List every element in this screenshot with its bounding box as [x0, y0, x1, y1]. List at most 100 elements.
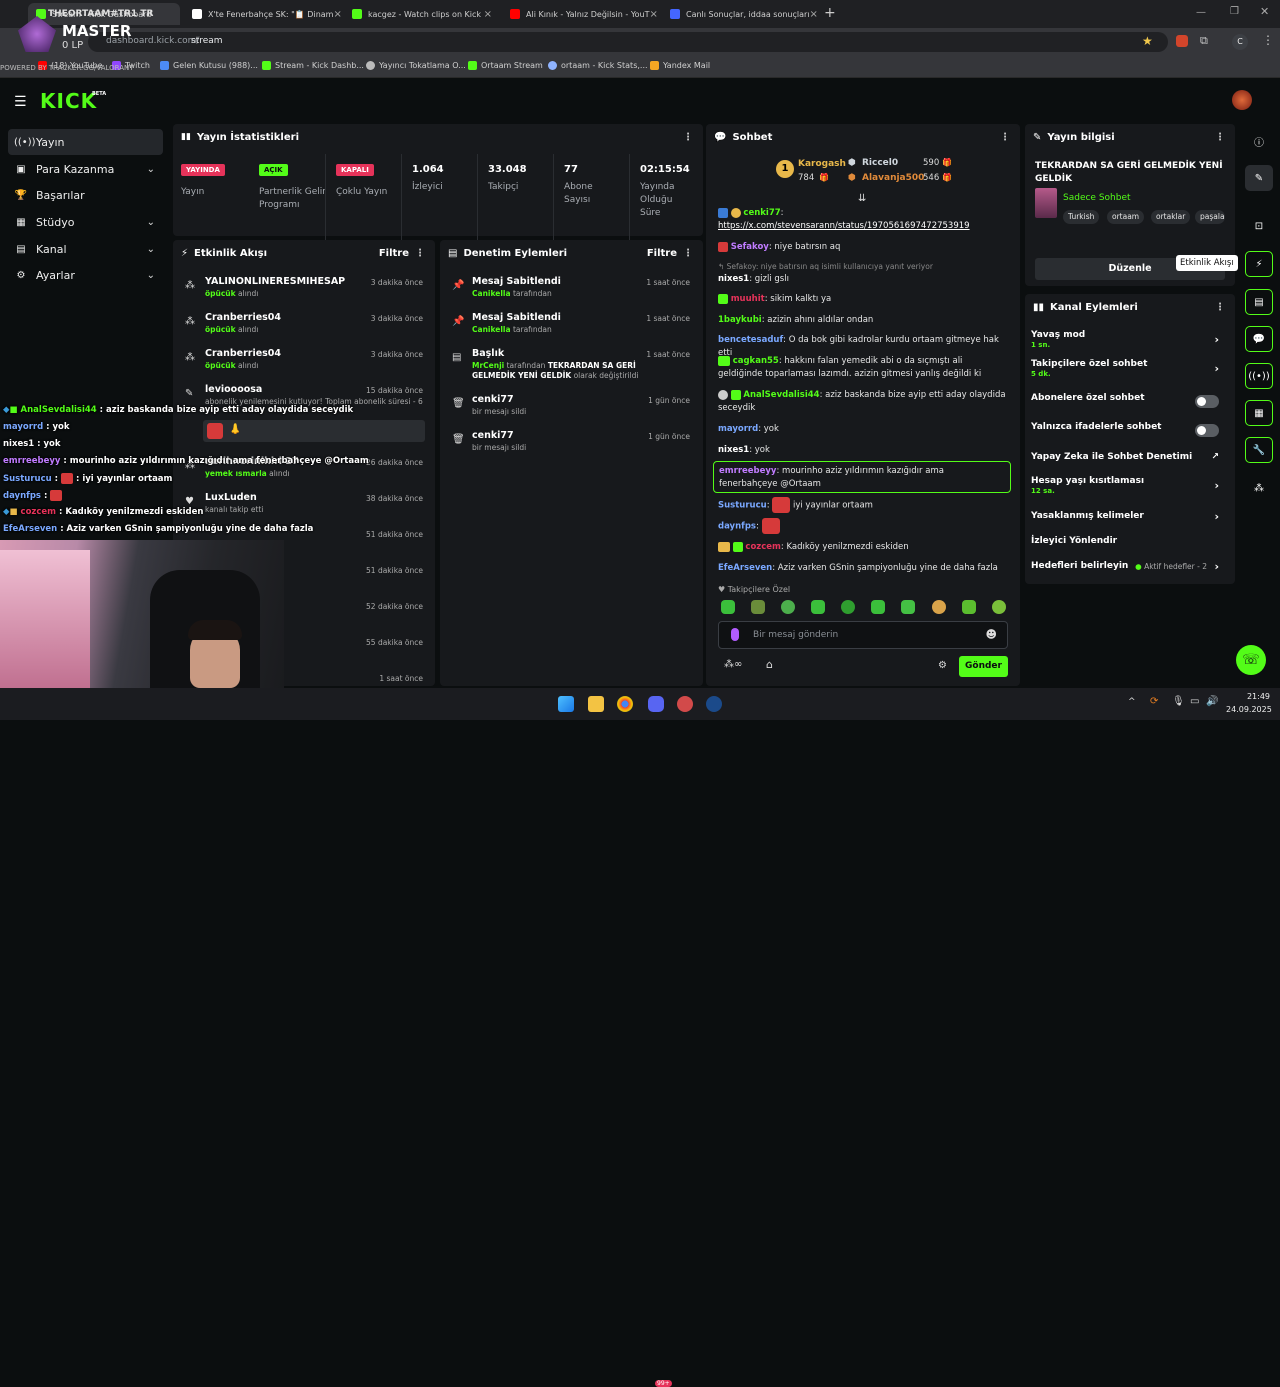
- top-gifter-name[interactable]: Riccel0: [862, 158, 898, 168]
- new-tab-button[interactable]: +: [824, 5, 836, 21]
- user-avatar[interactable]: [1232, 90, 1252, 110]
- windows-start-icon[interactable]: [558, 696, 574, 712]
- extension-icon[interactable]: [1176, 35, 1188, 47]
- chevron-up-icon[interactable]: ^: [1128, 697, 1136, 707]
- close-tab-icon[interactable]: ×: [333, 9, 341, 20]
- points-icon[interactable]: ⁂: [1245, 475, 1273, 501]
- kick-icon: [262, 61, 271, 70]
- bookmark-tokatlama[interactable]: Yayıncı Tokatlama O...: [366, 61, 466, 70]
- sidebar-item-basarilar[interactable]: 🏆 Başarılar: [8, 182, 163, 208]
- lightning-icon[interactable]: ⚡: [1245, 251, 1273, 277]
- bookmark-ortaam[interactable]: Ortaam Stream: [468, 61, 543, 70]
- broadcast-icon[interactable]: ((•)): [1245, 363, 1273, 389]
- close-window-icon[interactable]: ✕: [1260, 5, 1269, 18]
- layout-icon[interactable]: ▦: [1245, 400, 1273, 426]
- restore-icon[interactable]: ❐: [1230, 6, 1239, 17]
- chat-link[interactable]: https://x.com/stevensarann/status/197056…: [718, 221, 970, 231]
- site-favicon-icon: [670, 9, 680, 19]
- clock-date[interactable]: 24.09.2025: [1226, 705, 1272, 714]
- more-options-icon[interactable]: ⋮: [1215, 302, 1225, 313]
- more-options-icon[interactable]: ⋮: [1000, 132, 1010, 143]
- emote-icon[interactable]: [721, 600, 735, 614]
- more-options-icon[interactable]: ⋮: [415, 248, 425, 259]
- collapse-arrow-icon[interactable]: ⇊: [858, 193, 866, 204]
- emote-icon[interactable]: [901, 600, 915, 614]
- close-tab-icon[interactable]: ×: [810, 9, 818, 20]
- raid-row[interactable]: İzleyici Yönlendir: [1031, 536, 1227, 546]
- more-options-icon[interactable]: ⋮: [1215, 132, 1225, 143]
- emote-icon[interactable]: [841, 600, 855, 614]
- profile-avatar[interactable]: C: [1232, 34, 1248, 50]
- volume-icon[interactable]: 🔊: [1206, 696, 1218, 707]
- bookmark-kick-stats[interactable]: ortaam - Kick Stats,...: [548, 61, 648, 70]
- url-field[interactable]: dashboard.kick.com/ stream: [88, 32, 1168, 52]
- screenshot-icon[interactable]: ⊡: [1245, 213, 1273, 239]
- monitor-icon[interactable]: ▭: [1190, 696, 1199, 707]
- chat-input[interactable]: Bir mesaj gönderin ☻: [718, 621, 1008, 649]
- edit-pencil-icon[interactable]: ✎: [1245, 165, 1273, 191]
- discord-icon[interactable]: [648, 696, 664, 712]
- ai-moderation-row[interactable]: Yapay Zeka ile Sohbet Denetimi ↗: [1031, 452, 1227, 462]
- chat-message: cagkan55: hakkını falan yemedik abi o da…: [718, 355, 982, 379]
- chrome-icon[interactable]: [617, 696, 633, 712]
- bookmark-star-icon[interactable]: ★: [1142, 34, 1153, 48]
- info-icon[interactable]: ⓘ: [1245, 128, 1273, 154]
- microphone-tray-icon[interactable]: 🎙: [1172, 696, 1185, 707]
- extensions-puzzle-icon[interactable]: ⧉: [1200, 34, 1208, 48]
- slow-mode-row[interactable]: Yavaş mod 1 sn. ›: [1031, 330, 1227, 349]
- bookmark-stream-kick[interactable]: Stream - Kick Dashb...: [262, 61, 364, 70]
- close-tab-icon[interactable]: ×: [650, 9, 658, 20]
- emote-icon[interactable]: [871, 600, 885, 614]
- more-options-icon[interactable]: ⋮: [683, 248, 693, 259]
- sidebar-item-studyo[interactable]: ▦ Stüdyo ⌄: [8, 209, 163, 235]
- tab-canli-sonuclar[interactable]: Canlı Sonuçlar, iddaa sonuçları ×: [662, 3, 818, 25]
- tray-app-icon[interactable]: ⟳: [1150, 696, 1158, 707]
- chat-settings-gear-icon[interactable]: ⚙: [938, 660, 947, 671]
- obs-icon[interactable]: [677, 696, 693, 712]
- filter-button[interactable]: Filtre: [647, 248, 677, 259]
- top-gifter-name[interactable]: Karogash: [798, 159, 846, 169]
- sidebar-item-para-kazanma[interactable]: ▣ Para Kazanma ⌄: [8, 156, 163, 182]
- emote-icon[interactable]: [962, 600, 976, 614]
- banned-words-row[interactable]: Yasaklanmış kelimeler ›: [1031, 510, 1227, 523]
- document-icon[interactable]: ▤: [1245, 289, 1273, 315]
- followers-only-row[interactable]: Takipçilere özel sohbet 5 dk. ›: [1031, 359, 1227, 378]
- bookmark-yandex[interactable]: Yandex Mail: [650, 61, 710, 70]
- sidebar-item-yayin[interactable]: ((•)) Yayın: [8, 129, 163, 155]
- minimize-icon[interactable]: —: [1196, 7, 1206, 18]
- store-icon[interactable]: ⌂: [766, 658, 773, 671]
- hamburger-menu-icon[interactable]: ☰: [14, 94, 27, 110]
- overlay-chat-line: Susturucu : : iyi yayınlar ortaam: [3, 473, 173, 484]
- steam-icon[interactable]: [706, 696, 722, 712]
- top-gifter-amount: 590: [923, 158, 940, 168]
- emoji-icon[interactable]: ☻: [986, 628, 997, 641]
- emote-icon[interactable]: [992, 600, 1006, 614]
- goals-row[interactable]: Hedefleri belirleyin ● Aktif hedefler - 2…: [1031, 560, 1227, 573]
- tools-icon[interactable]: 🔧: [1245, 437, 1273, 463]
- emote-icon[interactable]: [751, 600, 765, 614]
- browser-menu-icon[interactable]: ⋮: [1262, 33, 1274, 47]
- microphone-icon[interactable]: [731, 628, 739, 641]
- chat-icon[interactable]: 💬: [1245, 326, 1273, 352]
- clock-time[interactable]: 21:49: [1230, 692, 1270, 701]
- file-explorer-icon[interactable]: [588, 696, 604, 712]
- filter-button[interactable]: Filtre: [379, 248, 409, 259]
- close-tab-icon[interactable]: ×: [484, 9, 492, 20]
- support-chat-button[interactable]: ☏: [1236, 645, 1266, 675]
- points-icon[interactable]: ⁂∞: [724, 659, 742, 670]
- tab-kacgez[interactable]: kacgez - Watch clips on Kick ×: [344, 3, 500, 25]
- top-gifter-name[interactable]: Alavanja500: [862, 173, 924, 183]
- account-age-row[interactable]: Hesap yaşı kısıtlaması 12 sa. ›: [1031, 476, 1227, 495]
- kick-logo[interactable]: KICK: [40, 89, 97, 113]
- more-options-icon[interactable]: ⋮: [683, 132, 693, 143]
- emotes-only-toggle[interactable]: [1195, 424, 1219, 437]
- emote-icon[interactable]: [781, 600, 795, 614]
- sidebar-item-kanal[interactable]: ▤ Kanal ⌄: [8, 236, 163, 262]
- tab-youtube[interactable]: Ali Kınık - Yalnız Değilsin - YouT ×: [502, 3, 658, 25]
- subscribers-only-toggle[interactable]: [1195, 395, 1219, 408]
- category-name[interactable]: Sadece Sohbet: [1063, 193, 1131, 203]
- sidebar-item-ayarlar[interactable]: ⚙ Ayarlar ⌄: [8, 262, 163, 288]
- emote-icon[interactable]: [811, 600, 825, 614]
- emote-icon[interactable]: [932, 600, 946, 614]
- send-button[interactable]: Gönder: [959, 656, 1008, 677]
